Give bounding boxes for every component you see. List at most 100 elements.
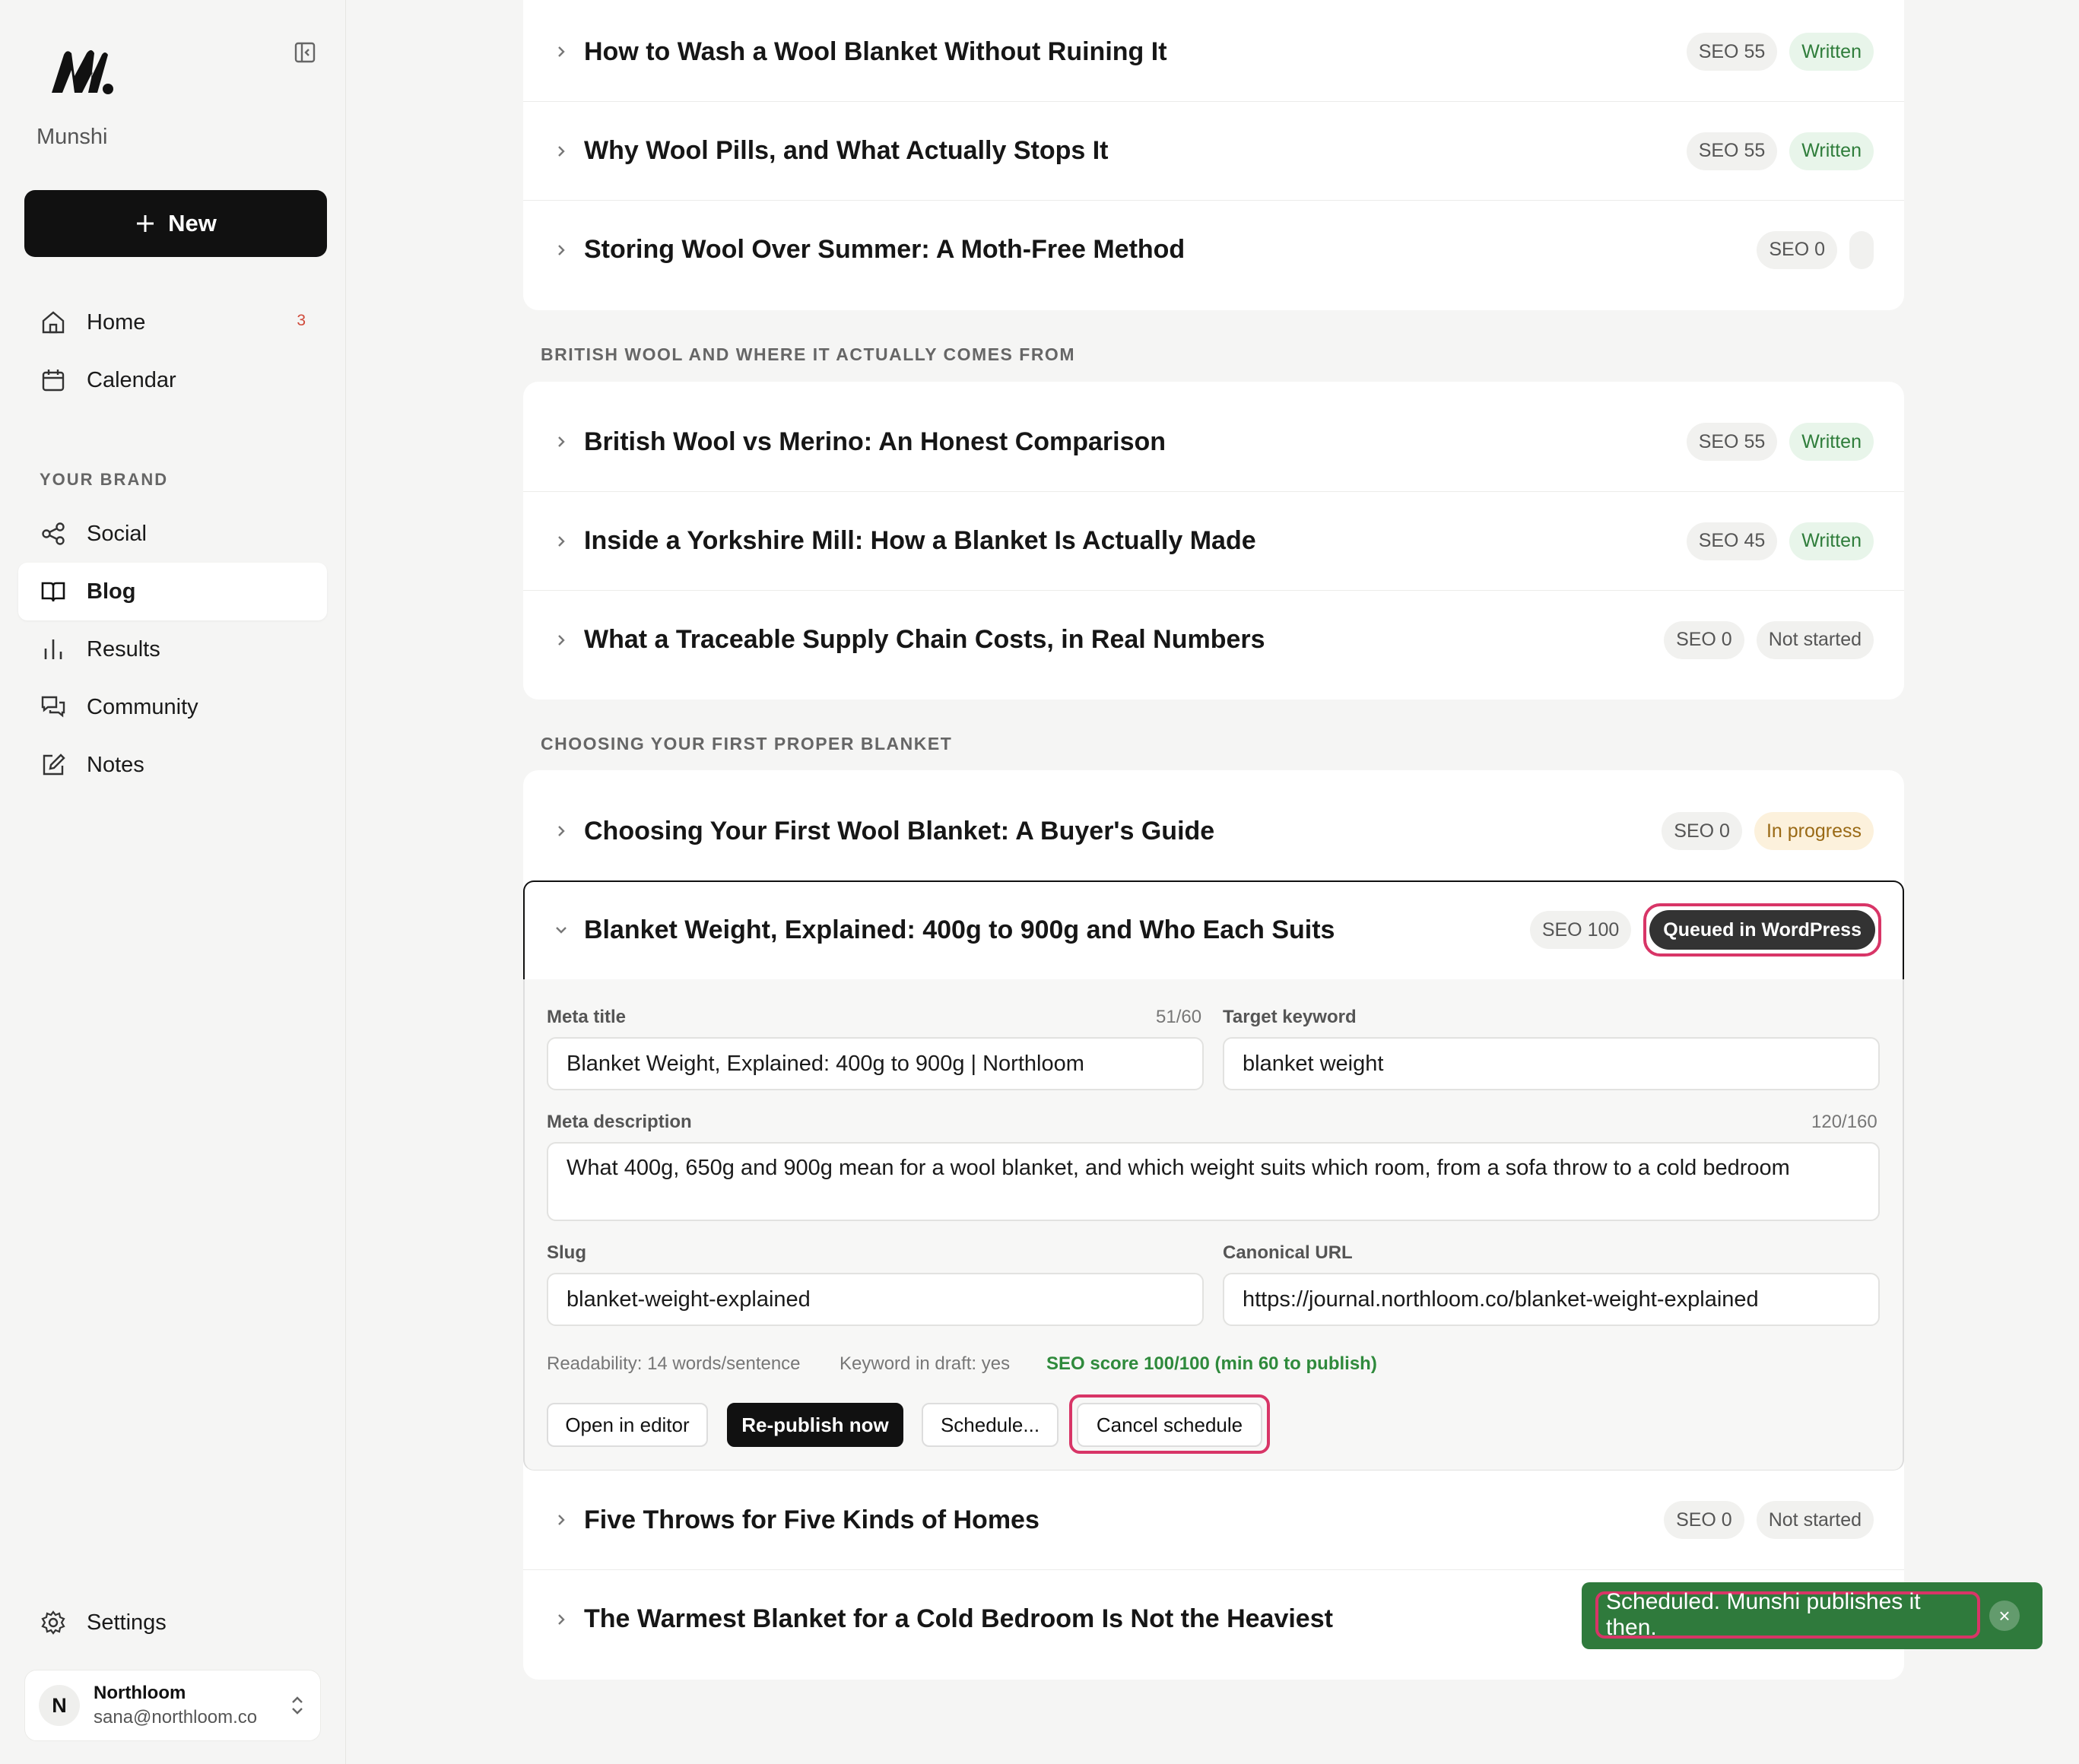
status-badge: In progress [1754,812,1874,850]
open-in-editor-button[interactable]: Open in editor [547,1403,708,1447]
sidebar-item-results[interactable]: Results [18,620,327,678]
meta-description-label: Meta description [547,1112,692,1132]
post-title: Blanket Weight, Explained: 400g to 900g … [584,915,1335,944]
status-badge: Queued in WordPress [1649,910,1875,950]
calendar-icon [40,366,67,394]
sidebar-item-label: Results [87,636,160,662]
account-switcher[interactable]: N Northloom sana@northloom.co [24,1670,321,1741]
post-title: How to Wash a Wool Blanket Without Ruini… [584,36,1167,66]
chevron-right-icon [558,1613,565,1625]
post-row[interactable]: Choosing Your First Wool Blanket: A Buye… [523,782,1904,880]
chevron-right-icon [558,634,565,646]
sidebar-item-label: Calendar [87,367,176,392]
avatar: N [39,1685,80,1726]
group-label: BRITISH WOOL AND WHERE IT ACTUALLY COMES… [541,344,1075,364]
account-name: Northloom [94,1683,186,1703]
chevron-right-icon [558,145,565,157]
target-keyword-field[interactable]: blanket weight [1223,1037,1880,1090]
edit-note-icon [40,751,67,779]
plus-icon [137,215,154,232]
post-row[interactable]: Storing Wool Over Summer: A Moth-Free Me… [523,200,1904,299]
meta-title-label: Meta title [547,1007,627,1027]
section-label-your-brand: YOUR BRAND [40,470,169,489]
meta-title-field[interactable]: Blanket Weight, Explained: 400g to 900g … [547,1037,1204,1090]
book-icon [40,578,67,605]
home-badge: 3 [297,312,306,329]
sidebar-item-notes[interactable]: Notes [18,736,327,794]
chevron-right-icon [558,244,565,255]
chevron-up-down-icon [292,1696,303,1715]
status-badge: Written [1789,33,1874,71]
new-button[interactable]: New [24,190,327,257]
status-badge-highlight: Queued in WordPress [1643,903,1881,957]
seo-score-stat: SEO score 100/100 (min 60 to publish) [1046,1353,1377,1374]
sidebar-item-label: Blog [87,579,136,604]
cancel-schedule-button[interactable]: Cancel schedule [1077,1403,1262,1447]
meta-description-field[interactable]: What 400g, 650g and 900g mean for a wool… [547,1142,1880,1221]
post-title: Storing Wool Over Summer: A Moth-Free Me… [584,235,1186,264]
sidebar-item-label: Home [87,309,146,335]
status-badge [1849,230,1874,269]
seo-badge: SEO 0 [1662,812,1742,850]
canonical-url-field[interactable]: https://journal.northloom.co/blanket-wei… [1223,1273,1880,1326]
bar-chart-icon [40,636,67,663]
status-badge: Written [1789,423,1874,461]
status-badge: Written [1789,132,1874,170]
status-badge: Not started [1756,620,1874,659]
chevron-right-icon [558,535,565,547]
post-row[interactable]: Why Wool Pills, and What Actually Stops … [523,101,1904,200]
post-title: Five Throws for Five Kinds of Homes [584,1505,1040,1534]
seo-badge: SEO 0 [1664,620,1744,659]
sidebar-item-label: Notes [87,752,144,777]
target-keyword-label: Target keyword [1223,1007,1357,1027]
account-email: sana@northloom.co [94,1707,258,1728]
sidebar-item-home[interactable]: Home 3 [18,293,327,351]
seo-badge: SEO 45 [1686,522,1778,560]
chevron-right-icon [558,46,565,57]
meta-title-counter: 51/60 [1156,1007,1202,1027]
post-row[interactable]: Inside a Yorkshire Mill: How a Blanket I… [523,491,1904,590]
sidebar-item-blog[interactable]: Blog [18,563,327,620]
meta-description-counter: 120/160 [1811,1112,1877,1132]
gear-icon [40,1609,67,1636]
post-row[interactable]: How to Wash a Wool Blanket Without Ruini… [523,2,1904,101]
chevron-right-icon [558,436,565,447]
canonical-url-label: Canonical URL [1223,1242,1353,1263]
seo-badge: SEO 0 [1664,1501,1744,1539]
slug-field[interactable]: blanket-weight-explained [547,1273,1204,1326]
post-title: The Warmest Blanket for a Cold Bedroom I… [584,1604,1333,1633]
chevron-down-icon [556,927,567,934]
share-icon [40,520,67,547]
toast-notification: Scheduled. Munshi publishes it then. × [1582,1582,2042,1649]
post-title: Inside a Yorkshire Mill: How a Blanket I… [584,526,1256,555]
seo-badge: SEO 55 [1686,132,1778,170]
slug-label: Slug [547,1242,586,1263]
seo-badge: SEO 0 [1757,230,1837,269]
readability-stat: Readability: 14 words/sentence [547,1353,801,1374]
close-icon[interactable]: × [1989,1601,2020,1631]
seo-badge: SEO 100 [1529,911,1632,949]
post-title: Why Wool Pills, and What Actually Stops … [584,136,1109,165]
brand-name: Munshi [37,125,108,149]
schedule-button[interactable]: Schedule... [922,1403,1059,1447]
post-row[interactable]: What a Traceable Supply Chain Costs, in … [523,590,1904,689]
post-row-expanded[interactable]: Blanket Weight, Explained: 400g to 900g … [523,880,1904,979]
sidebar-item-community[interactable]: Community [18,678,327,736]
post-title: Choosing Your First Wool Blanket: A Buye… [584,816,1215,846]
sidebar-item-calendar[interactable]: Calendar [18,351,327,409]
munshi-logo-icon [52,50,113,94]
status-badge: Written [1789,522,1874,560]
republish-now-button[interactable]: Re-publish now [727,1403,903,1447]
post-row[interactable]: British Wool vs Merino: An Honest Compar… [523,392,1904,491]
group-label: CHOOSING YOUR FIRST PROPER BLANKET [541,734,953,754]
sidebar-item-social[interactable]: Social [18,505,327,563]
sidebar-item-settings[interactable]: Settings [18,1594,327,1651]
home-icon [40,309,67,336]
post-row[interactable]: Five Throws for Five Kinds of Homes SEO … [523,1471,1904,1569]
seo-badge: SEO 55 [1686,423,1778,461]
settings-label: Settings [87,1610,167,1635]
sidebar-item-label: Community [87,694,198,719]
chevron-right-icon [558,826,565,836]
sidebar-collapse-icon[interactable] [292,40,318,65]
seo-badge: SEO 55 [1686,33,1778,71]
